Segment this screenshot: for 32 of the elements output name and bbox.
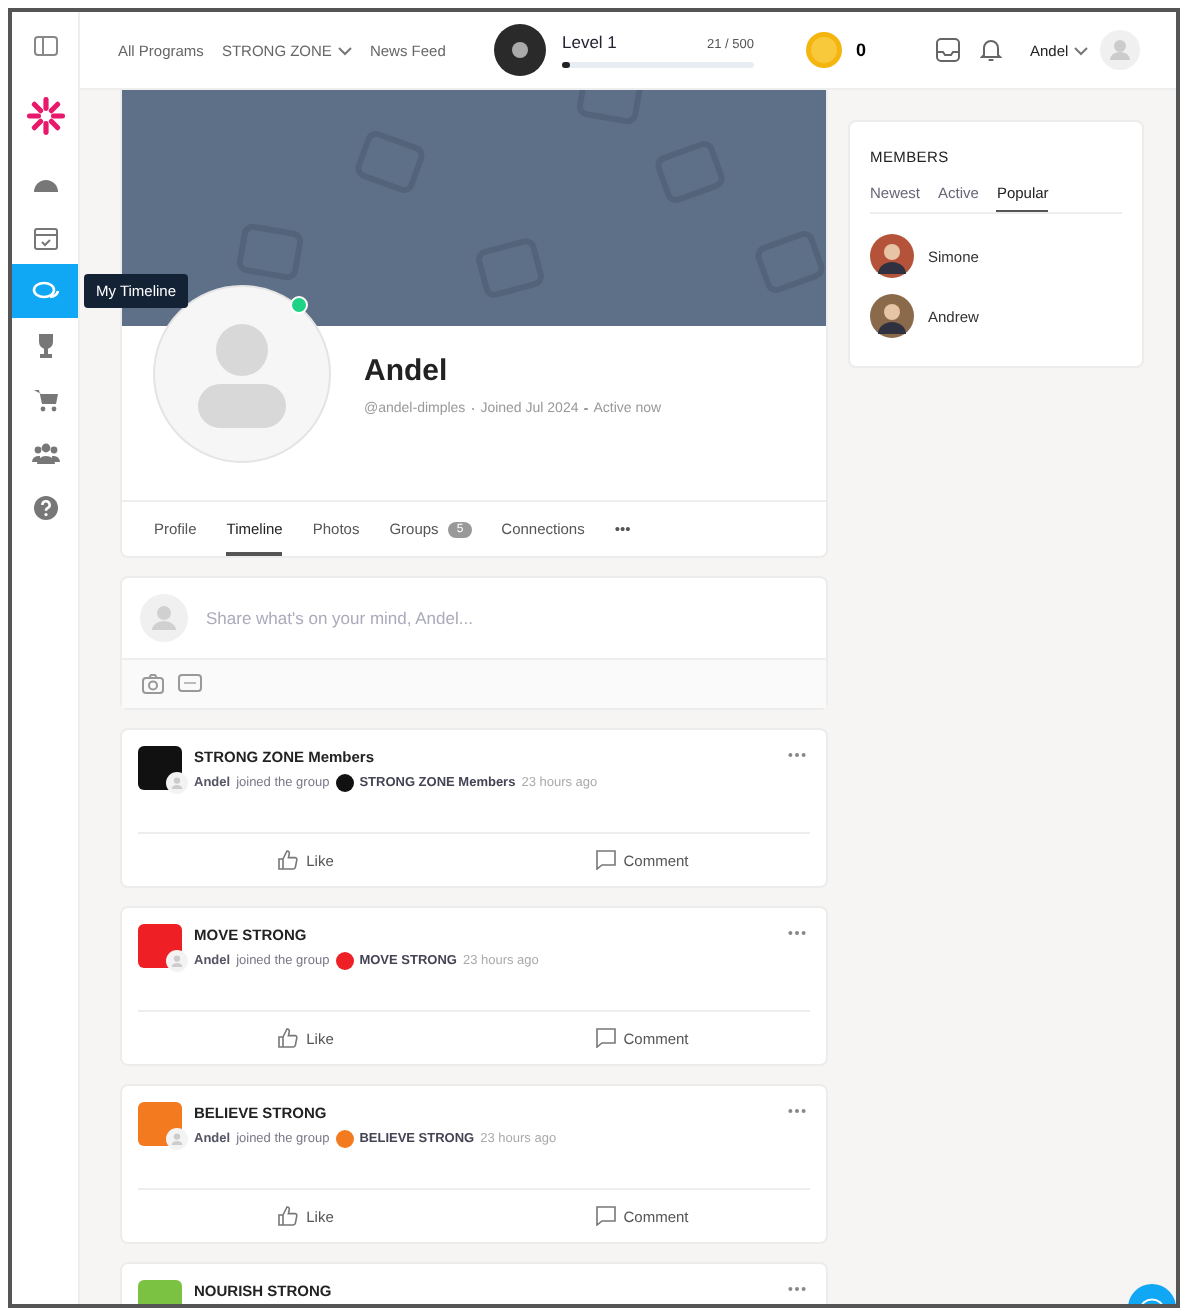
group-icon bbox=[335, 1130, 354, 1148]
speech-bubble-icon bbox=[595, 850, 616, 870]
speech-bubble-icon bbox=[595, 1206, 616, 1226]
level-title: Level 1 bbox=[562, 31, 617, 52]
more-icon[interactable] bbox=[788, 1108, 806, 1114]
inbox-icon[interactable] bbox=[936, 38, 960, 62]
avatar-icon bbox=[166, 1128, 188, 1150]
more-icon[interactable] bbox=[788, 1286, 806, 1292]
group-icon bbox=[335, 952, 354, 970]
speech-bubble-icon bbox=[595, 1028, 616, 1048]
profile-name: Andel bbox=[364, 354, 450, 388]
more-icon[interactable] bbox=[788, 930, 806, 936]
sidebar-toggle-icon[interactable] bbox=[33, 36, 57, 56]
avatar-icon bbox=[166, 772, 188, 794]
bell-icon[interactable] bbox=[980, 38, 1002, 62]
group-icon bbox=[335, 774, 354, 792]
chevron-down-icon bbox=[1074, 45, 1089, 55]
camera-icon[interactable] bbox=[142, 674, 164, 694]
people-icon bbox=[31, 439, 59, 467]
coin-count: 0 bbox=[856, 40, 869, 60]
calendar-icon bbox=[31, 223, 59, 251]
avatar-icon bbox=[166, 950, 188, 972]
coin-icon bbox=[806, 32, 842, 68]
badge-icon bbox=[494, 24, 546, 76]
cart-icon bbox=[31, 385, 59, 413]
logo-icon[interactable] bbox=[25, 96, 65, 136]
more-icon[interactable] bbox=[788, 752, 806, 758]
thumbs-up-icon bbox=[278, 1028, 299, 1048]
avatar-icon bbox=[140, 594, 188, 642]
thumbs-up-icon bbox=[278, 1206, 299, 1226]
thumbs-up-icon bbox=[278, 850, 299, 870]
help-icon bbox=[31, 493, 59, 521]
